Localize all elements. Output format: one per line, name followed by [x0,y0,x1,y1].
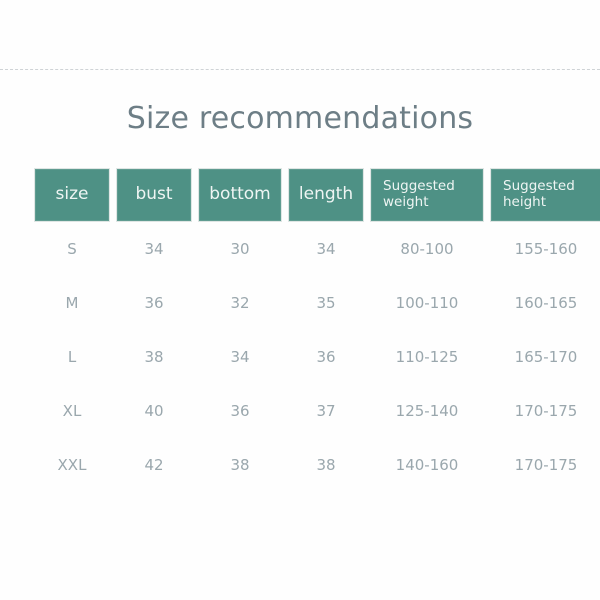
cell-bottom: 34 [230,348,250,366]
cell-size: S [67,240,77,258]
cell-bust: 36 [144,294,164,312]
cell-length: 38 [316,456,336,474]
cell-bottom: 38 [230,456,250,474]
table-body: S 34 30 34 80-100 155-160 M 36 32 35 100… [34,222,600,492]
cell-suggested-height: 155-160 [514,240,578,258]
size-chart-page: Size recommendations size bust bottom le… [0,0,600,600]
column-header-size: size [34,168,110,222]
table-row: L 38 34 36 110-125 165-170 [34,330,600,384]
cell-size: XL [62,402,82,420]
table-row: XXL 42 38 38 140-160 170-175 [34,438,600,492]
table-header-row: size bust bottom length Suggested weight… [34,168,600,222]
cell-bust: 38 [144,348,164,366]
cell-bottom: 30 [230,240,250,258]
cell-bust: 40 [144,402,164,420]
cell-bottom: 32 [230,294,250,312]
cell-length: 34 [316,240,336,258]
cell-suggested-weight: 80-100 [400,240,454,258]
column-header-bust: bust [116,168,192,222]
page-title: Size recommendations [126,101,474,136]
cell-size: XXL [57,456,87,474]
cell-suggested-height: 170-175 [514,456,578,474]
column-header-length: length [288,168,364,222]
table-row: XL 40 36 37 125-140 170-175 [34,384,600,438]
cell-suggested-weight: 140-160 [395,456,459,474]
cell-suggested-weight: 125-140 [395,402,459,420]
table-header: size bust bottom length Suggested weight… [34,168,600,222]
cell-length: 35 [316,294,336,312]
cell-suggested-height: 160-165 [514,294,578,312]
cell-suggested-height: 165-170 [514,348,578,366]
column-header-suggested-weight: Suggested weight [370,168,484,222]
cell-bust: 34 [144,240,164,258]
cell-suggested-weight: 110-125 [395,348,459,366]
column-header-bottom: bottom [198,168,282,222]
cell-size: M [65,294,79,312]
top-dotted-divider [0,69,600,71]
cell-bottom: 36 [230,402,250,420]
cell-bust: 42 [144,456,164,474]
cell-suggested-height: 170-175 [514,402,578,420]
cell-length: 36 [316,348,336,366]
column-header-suggested-height: Suggested height [490,168,600,222]
cell-size: L [67,348,77,366]
table-row: M 36 32 35 100-110 160-165 [34,276,600,330]
cell-suggested-weight: 100-110 [395,294,459,312]
cell-length: 37 [316,402,336,420]
size-recommendations-table: size bust bottom length Suggested weight… [28,168,600,492]
table-row: S 34 30 34 80-100 155-160 [34,222,600,276]
